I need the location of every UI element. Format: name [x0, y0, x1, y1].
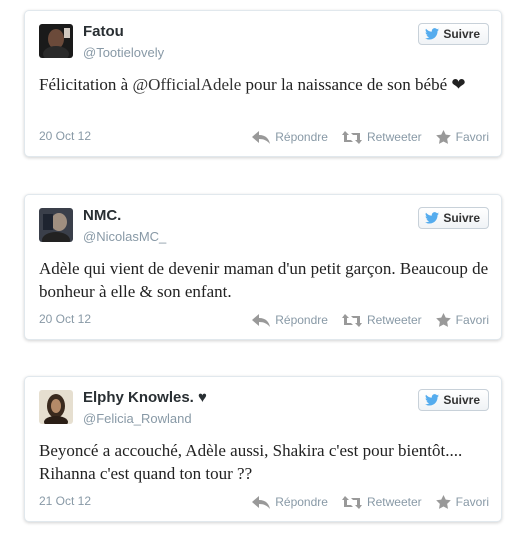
avatar[interactable] — [39, 208, 73, 242]
tweet-text-part: Adèle qui vient de devenir maman d'un pe… — [39, 259, 489, 301]
author-handle[interactable]: @Tootielovely — [83, 45, 164, 60]
favorite-label: Favori — [455, 130, 489, 144]
twitter-bird-icon — [425, 212, 440, 224]
reply-label: Répondre — [275, 313, 328, 327]
mention-link[interactable]: @OfficialAdele — [132, 75, 241, 94]
retweet-button[interactable]: Retweeter — [341, 313, 422, 327]
twitter-bird-icon — [425, 28, 440, 40]
follow-label: Suivre — [443, 393, 480, 407]
tweet-card: Elphy Knowles. ♥ @Felicia_Rowland Suivre… — [24, 376, 502, 522]
favorite-button[interactable]: Favori — [435, 495, 489, 509]
reply-button[interactable]: Répondre — [252, 313, 328, 327]
tweet-text: Adèle qui vient de devenir maman d'un pe… — [39, 257, 494, 303]
reply-icon — [252, 313, 271, 327]
star-icon — [435, 313, 451, 327]
reply-button[interactable]: Répondre — [252, 130, 328, 144]
tweet-text-part: Félicitation à — [39, 75, 133, 94]
tweet-card: Fatou @Tootielovely Suivre Félicitation … — [24, 10, 502, 157]
reply-label: Répondre — [275, 130, 328, 144]
tweet-text-part: Beyoncé a accouché, Adèle aussi, Shakira… — [39, 441, 463, 483]
follow-button[interactable]: Suivre — [418, 389, 489, 411]
reply-icon — [252, 495, 271, 509]
retweet-label: Retweeter — [366, 495, 422, 509]
follow-button[interactable]: Suivre — [418, 23, 489, 45]
tweet-actions: Répondre Retweeter Favori — [252, 130, 489, 144]
author-handle[interactable]: @NicolasMC_ — [83, 229, 166, 244]
retweet-button[interactable]: Retweeter — [341, 130, 422, 144]
tweet-text: Beyoncé a accouché, Adèle aussi, Shakira… — [39, 439, 494, 485]
follow-button[interactable]: Suivre — [418, 207, 489, 229]
reply-button[interactable]: Répondre — [252, 495, 328, 509]
retweet-icon — [341, 495, 362, 509]
favorite-button[interactable]: Favori — [435, 130, 489, 144]
tweet-actions: Répondre Retweeter Favori — [252, 495, 489, 509]
favorite-button[interactable]: Favori — [435, 313, 489, 327]
avatar[interactable] — [39, 24, 73, 58]
reply-label: Répondre — [275, 495, 328, 509]
retweet-label: Retweeter — [366, 130, 422, 144]
tweet-card: NMC. @NicolasMC_ Suivre Adèle qui vient … — [24, 194, 502, 340]
tweet-date[interactable]: 21 Oct 12 — [39, 494, 91, 508]
follow-label: Suivre — [443, 27, 480, 41]
favorite-label: Favori — [455, 495, 489, 509]
author-name[interactable]: Elphy Knowles. ♥ — [83, 389, 207, 406]
favorite-label: Favori — [455, 313, 489, 327]
tweet-text: Félicitation à @OfficialAdele pour la na… — [39, 73, 494, 96]
tweet-text-part: pour la naissance de son bébé ❤ — [241, 75, 466, 94]
tweet-date[interactable]: 20 Oct 12 — [39, 312, 91, 326]
follow-label: Suivre — [443, 211, 480, 225]
tweet-actions: Répondre Retweeter Favori — [252, 313, 489, 327]
reply-icon — [252, 130, 271, 144]
author-handle[interactable]: @Felicia_Rowland — [83, 411, 192, 426]
star-icon — [435, 495, 451, 509]
retweet-button[interactable]: Retweeter — [341, 495, 422, 509]
author-name[interactable]: NMC. — [83, 207, 121, 224]
retweet-label: Retweeter — [366, 313, 422, 327]
tweet-date[interactable]: 20 Oct 12 — [39, 129, 91, 143]
avatar[interactable] — [39, 390, 73, 424]
star-icon — [435, 130, 451, 144]
author-name[interactable]: Fatou — [83, 23, 124, 40]
retweet-icon — [341, 130, 362, 144]
twitter-bird-icon — [425, 394, 440, 406]
retweet-icon — [341, 313, 362, 327]
